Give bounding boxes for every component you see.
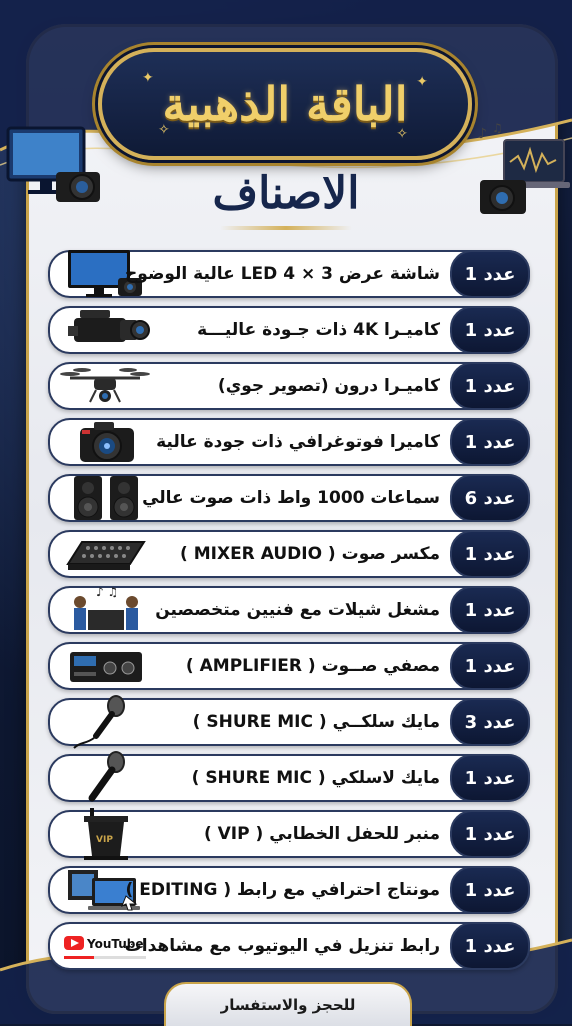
svg-text:VIP: VIP	[96, 835, 113, 845]
svg-text:♫: ♫	[492, 121, 503, 135]
sparkle-icon: ✦	[416, 74, 428, 90]
video-camera-icon	[68, 310, 150, 342]
list-item: سماعات 1000 واط ذات صوت عالي عدد 6	[48, 474, 530, 522]
item-label: مشغل شيلات مع فنيين متخصصين	[155, 600, 440, 620]
speakers-icon	[74, 476, 138, 520]
count-badge: عدد 1	[450, 418, 530, 466]
list-item: مايك سلكــي ( SHURE MIC ) عدد 3	[48, 695, 530, 749]
podium-icon: VIP	[84, 808, 128, 860]
count-badge: عدد 1	[450, 530, 530, 578]
section-heading: الاصناف	[212, 168, 360, 219]
item-label: مونتاج احترافي مع رابط ( EDITING )	[126, 880, 440, 900]
media-decoration-icon: ♪ ♫	[478, 121, 570, 214]
count-badge: عدد 1	[450, 922, 530, 970]
page-title: الباقة الذهبية	[162, 77, 408, 131]
list-item: مصفي صــوت ( AMPLIFIER ) عدد 1	[48, 642, 530, 690]
dslr-camera-icon	[80, 422, 134, 462]
list-item: مكسر صوت ( MIXER AUDIO ) عدد 1	[48, 530, 530, 578]
count-badge: عدد 3	[450, 698, 530, 746]
count-badge: عدد 1	[450, 810, 530, 858]
list-item: كاميرا فوتوغرافي ذات جودة عالية عدد 1	[48, 418, 530, 466]
count-badge: عدد 1	[450, 250, 530, 298]
sparkle-icon: ✦	[142, 70, 154, 86]
dj-technicians-icon: ♪ ♫	[74, 585, 138, 630]
amplifier-icon	[70, 652, 142, 682]
tv-camera-decoration-icon	[6, 126, 100, 202]
svg-text:♪ ♫: ♪ ♫	[96, 585, 118, 599]
wireless-mic-icon	[88, 751, 125, 802]
list-item: شاشة عرض 3 × 4 LED عالية الوضوح عدد 1	[48, 250, 530, 298]
count-badge: عدد 1	[450, 642, 530, 690]
list-item: مايك لاسلكي ( SHURE MIC ) عدد 1	[48, 751, 530, 802]
item-label: منبر للحفل الخطابي ( VIP )	[203, 824, 440, 844]
count-badge: عدد 1	[450, 362, 530, 410]
heading-underline	[220, 226, 352, 230]
sparkle-icon: ✧	[158, 122, 170, 138]
item-label: مايك سلكــي ( SHURE MIC )	[192, 712, 440, 732]
item-label: مايك لاسلكي ( SHURE MIC )	[191, 768, 440, 788]
count-badge: عدد 1	[450, 586, 530, 634]
item-label: شاشة عرض 3 × 4 LED عالية الوضوح	[125, 264, 440, 284]
svg-text:♪: ♪	[478, 126, 487, 142]
item-label: كاميرا فوتوغرافي ذات جودة عالية	[156, 432, 440, 452]
list-item: مونتاج احترافي مع رابط ( EDITING ) عدد 1	[48, 866, 530, 914]
list-item: كاميـرا 4K ذات جـودة عاليـــة عدد 1	[48, 306, 530, 354]
item-label: مكسر صوت ( MIXER AUDIO )	[180, 544, 440, 564]
item-label: سماعات 1000 واط ذات صوت عالي	[142, 488, 440, 508]
title-plaque: ✦ ✦ ✧ ✧ الباقة الذهبية	[98, 48, 472, 160]
list-item: VIP منبر للحفل الخطابي ( VIP ) عدد 1	[48, 808, 530, 860]
list-item: كاميـرا درون (تصوير جوي) عدد 1	[48, 362, 530, 410]
wired-mic-icon	[73, 695, 125, 749]
item-label: كاميـرا درون (تصوير جوي)	[217, 376, 440, 396]
item-label: رابط تنزيل في اليوتيوب مع مشاهدات	[124, 936, 440, 956]
list-item: ♪ ♫ مشغل شيلات مع فنيين متخصصين عدد 1	[48, 585, 530, 634]
sparkle-icon: ✧	[396, 126, 408, 142]
footer-booking-label: للحجز والاستفسار	[164, 982, 412, 1026]
count-badge: عدد 1	[450, 306, 530, 354]
count-badge: عدد 1	[450, 754, 530, 802]
list-item: YouTube رابط تنزيل في اليوتيوب مع مشاهدات…	[48, 922, 530, 970]
audio-mixer-icon	[66, 541, 146, 570]
drone-icon	[60, 368, 150, 403]
item-label: مصفي صــوت ( AMPLIFIER )	[185, 656, 440, 676]
count-badge: عدد 6	[450, 474, 530, 522]
item-label: كاميـرا 4K ذات جـودة عاليـــة	[197, 320, 440, 340]
count-badge: عدد 1	[450, 866, 530, 914]
